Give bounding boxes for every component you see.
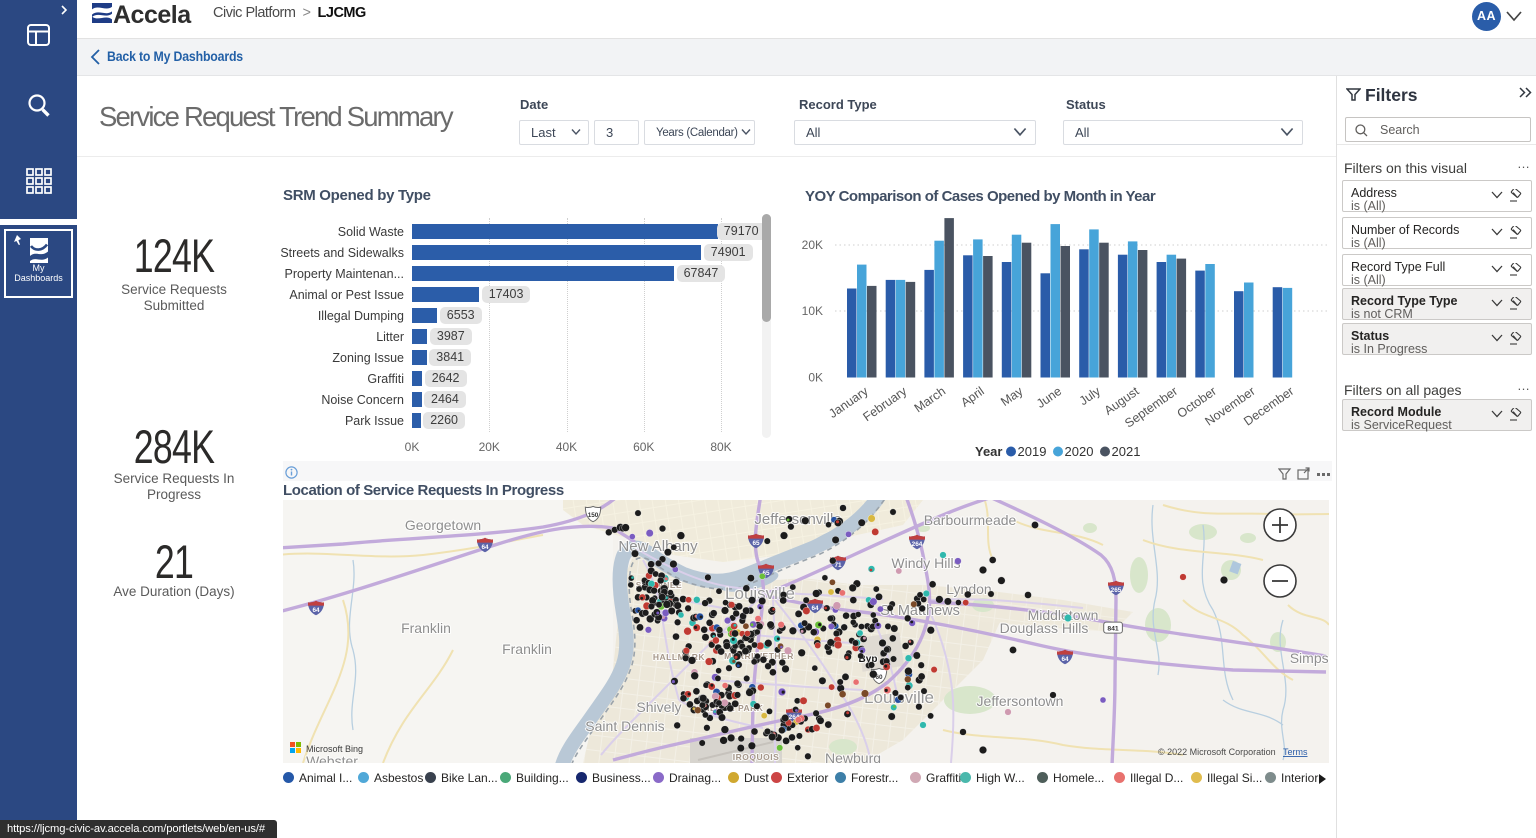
svg-text:Year: Year: [975, 444, 1002, 459]
svg-text:2021: 2021: [1112, 444, 1141, 459]
svg-text:Douglass Hills: Douglass Hills: [1000, 620, 1089, 636]
svg-text:10K: 10K: [802, 304, 823, 318]
svg-text:64: 64: [811, 605, 819, 612]
svg-text:2019: 2019: [1018, 444, 1047, 459]
svg-text:© 2022 Microsoft Corporation: © 2022 Microsoft Corporation: [1158, 747, 1276, 757]
svg-text:20K: 20K: [802, 238, 823, 252]
svg-text:Franklin: Franklin: [502, 641, 552, 657]
svg-text:Franklin: Franklin: [401, 620, 451, 636]
svg-text:Georgetown: Georgetown: [405, 517, 481, 533]
svg-text:February: February: [860, 384, 910, 425]
svg-text:65: 65: [752, 540, 760, 547]
svg-text:Barbourmeade: Barbourmeade: [924, 512, 1017, 528]
svg-text:265: 265: [1111, 587, 1122, 594]
svg-text:64: 64: [1061, 656, 1069, 663]
svg-text:Windy Hills: Windy Hills: [891, 555, 960, 571]
svg-text:April: April: [958, 384, 987, 410]
svg-text:Newburg: Newburg: [825, 750, 881, 763]
svg-text:2020: 2020: [1065, 444, 1094, 459]
svg-text:May: May: [998, 384, 1026, 409]
svg-text:0K: 0K: [808, 371, 823, 385]
svg-text:264: 264: [912, 541, 923, 548]
svg-text:HALLMARK: HALLMARK: [653, 652, 706, 662]
svg-text:IROQUOIS: IROQUOIS: [733, 752, 780, 762]
svg-text:Terms: Terms: [1283, 747, 1308, 757]
svg-text:Shively: Shively: [636, 699, 681, 715]
svg-text:64: 64: [312, 607, 320, 614]
svg-text:150: 150: [588, 512, 599, 519]
svg-text:Saint Dennis: Saint Dennis: [585, 718, 664, 734]
svg-text:64: 64: [481, 544, 489, 551]
svg-text:Simpsonville: Simpsonville: [1290, 650, 1329, 666]
svg-text:March: March: [912, 384, 949, 415]
svg-text:Webster: Webster: [306, 753, 358, 763]
svg-text:New Albany: New Albany: [618, 538, 698, 555]
svg-text:71: 71: [834, 562, 842, 569]
svg-text:Microsoft Bing: Microsoft Bing: [306, 744, 363, 754]
svg-text:July: July: [1077, 384, 1104, 409]
svg-text:841: 841: [1107, 625, 1119, 632]
svg-text:June: June: [1034, 384, 1064, 411]
